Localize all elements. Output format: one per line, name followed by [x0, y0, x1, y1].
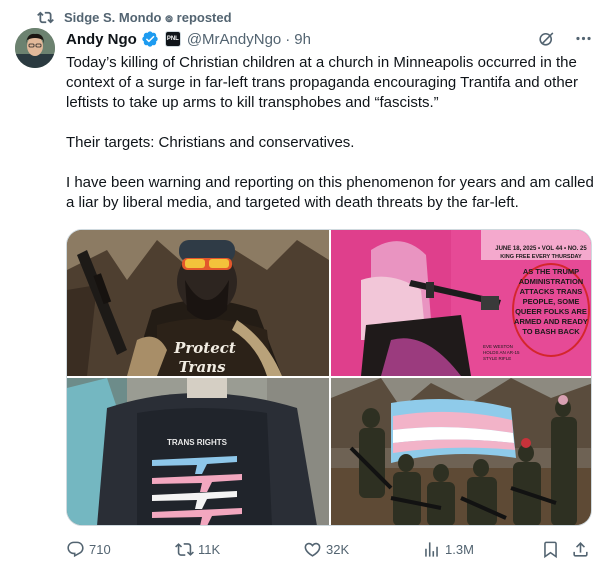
verified-badge-icon[interactable]	[141, 30, 159, 48]
repost-icon	[37, 11, 54, 23]
repost-indicator[interactable]: Sidge S. Mondo ๏ reposted	[37, 7, 232, 27]
bookmark-button[interactable]	[541, 540, 560, 559]
separator-dot: ·	[285, 30, 291, 48]
shirt-text: TRANS RIGHTS	[167, 438, 228, 447]
like-button[interactable]: 32K	[303, 540, 349, 559]
shirt-text-line1: Protect	[173, 339, 236, 357]
reply-button[interactable]: 710	[66, 540, 111, 559]
media-image-1[interactable]: Protect Trans	[67, 230, 329, 376]
analytics-icon	[425, 541, 438, 557]
view-count: 1.3M	[445, 541, 474, 557]
shirt-text-line2: Trans	[178, 358, 226, 376]
repost-button[interactable]: 11K	[175, 540, 220, 559]
bookmark-icon	[544, 541, 557, 558]
share-button[interactable]	[571, 540, 590, 559]
repost-count: 11K	[198, 541, 221, 557]
circled-text-line: TO BASH BACK	[522, 327, 580, 336]
media-image-3[interactable]: TRANS RIGHTS	[67, 378, 329, 525]
circled-text-line: ADMINISTRATION	[519, 277, 583, 286]
caption-line: STYLE RIFLE	[483, 356, 511, 361]
magazine-subheader: KING FREE EVERY THURSDAY	[500, 254, 582, 260]
caption-line: HOLDS AN AR-15	[483, 350, 520, 355]
tweet-paragraph: I have been warning and reporting on thi…	[66, 174, 594, 211]
reply-count: 710	[89, 541, 111, 557]
repost-text: Sidge S. Mondo ๏ reposted	[64, 9, 232, 25]
caption-line: EVE WESTON	[483, 344, 513, 349]
media-image-4[interactable]	[331, 378, 591, 525]
repost-icon	[175, 542, 194, 556]
circled-text-line: ARMED AND READY	[514, 317, 588, 326]
views-button[interactable]: 1.3M	[422, 540, 474, 559]
media-grid: Protect Trans JUNE 18, 2025 • VOL 44 • N…	[66, 229, 592, 526]
author-name[interactable]: Andy Ngo	[66, 31, 137, 48]
circled-text-line: AS THE TRUMP	[523, 267, 579, 276]
grok-icon[interactable]	[537, 29, 556, 48]
like-count: 32K	[326, 541, 350, 557]
tweet-paragraph: Today’s killing of Christian children at…	[66, 54, 578, 111]
affiliate-badge[interactable]: PNL	[164, 31, 181, 47]
author-handle[interactable]: @MrAndyNgo	[187, 31, 281, 48]
share-icon	[573, 541, 588, 557]
tweet-header: Andy Ngo PNL @MrAndyNgo · 9h	[66, 29, 311, 49]
reply-icon	[67, 541, 84, 557]
circled-text-line: QUEER FOLKS ARE	[515, 307, 587, 316]
circled-text-line: ATTACKS TRANS	[520, 287, 583, 296]
heart-icon	[304, 542, 321, 557]
magazine-header: JUNE 18, 2025 • VOL 44 • NO. 25	[495, 246, 587, 252]
top-actions	[537, 29, 593, 48]
tweet-timestamp[interactable]: 9h	[294, 31, 311, 48]
media-image-2[interactable]: JUNE 18, 2025 • VOL 44 • NO. 25 KING FRE…	[331, 230, 591, 376]
action-bar: 710 11K 32K 1.3M	[66, 538, 592, 560]
tweet-paragraph: Their targets: Christians and conservati…	[66, 134, 355, 151]
avatar[interactable]	[15, 28, 55, 68]
circled-text-line: PEOPLE, SOME	[523, 297, 580, 306]
more-options-icon[interactable]	[574, 29, 593, 48]
tweet-text: Today’s killing of Christian children at…	[66, 53, 596, 213]
